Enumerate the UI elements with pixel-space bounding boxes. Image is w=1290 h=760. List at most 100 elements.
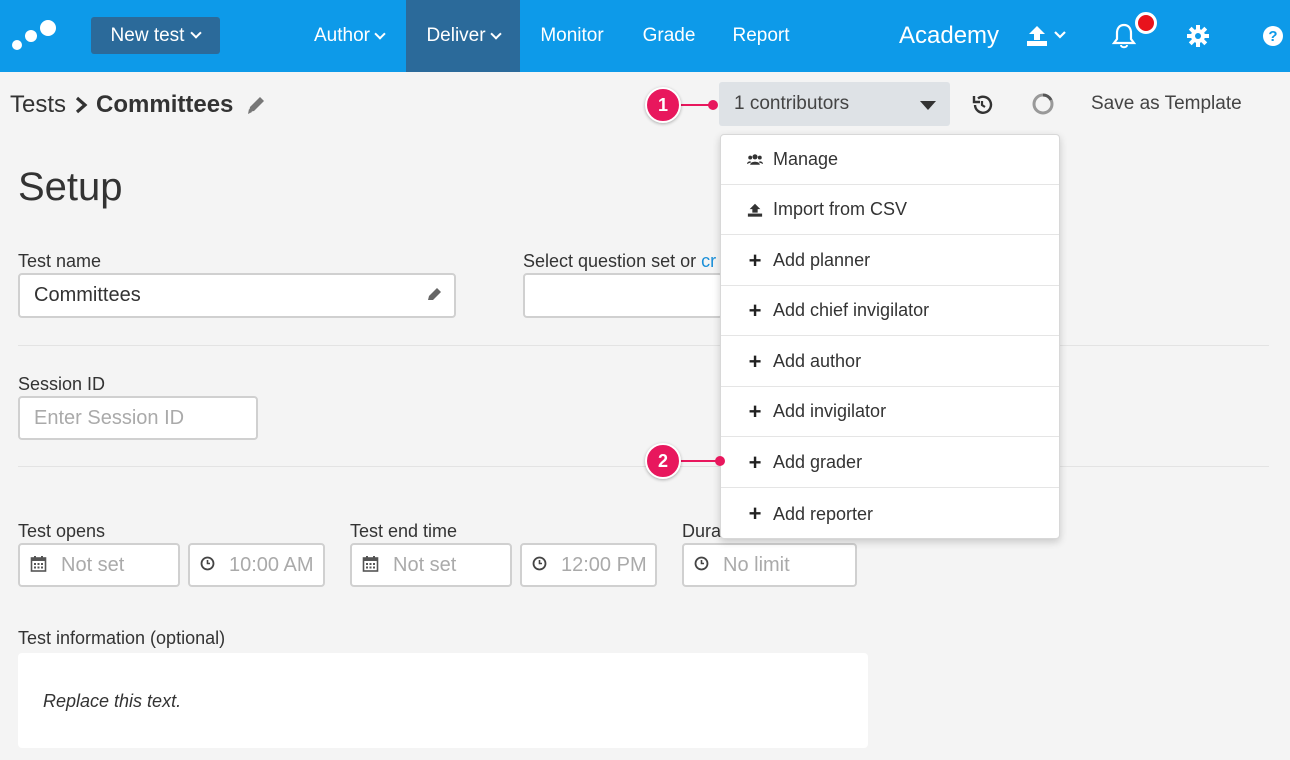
test-end-date-value: Not set	[393, 553, 457, 576]
menu-item-manage[interactable]: Manage	[721, 135, 1059, 185]
contributors-menu: Manage Import from CSV + Add planner + A…	[720, 134, 1060, 539]
create-question-set-link[interactable]: cr	[701, 251, 716, 271]
session-id-label: Session ID	[18, 374, 106, 394]
test-opens-time-field[interactable]: 10:00 AM	[188, 543, 325, 587]
contributors-label: 1 contributors	[734, 93, 850, 114]
clock-icon	[532, 556, 547, 575]
nav-author[interactable]: Author	[296, 0, 402, 72]
callout-1-badge: 1	[645, 87, 681, 123]
test-information-text: Replace this text.	[43, 691, 182, 711]
nav-report[interactable]: Report	[720, 0, 802, 72]
nav-monitor-label: Monitor	[540, 25, 604, 46]
nav-deliver-label: Deliver	[426, 25, 486, 46]
divider	[18, 345, 1269, 346]
callout-1-dot	[708, 100, 718, 110]
upload-icon[interactable]	[1026, 24, 1070, 53]
question-set-label-text: Select question set or	[523, 251, 702, 271]
svg-text:?: ?	[1268, 28, 1277, 45]
nav-author-label: Author	[314, 25, 370, 46]
test-name-value: Committees	[34, 284, 141, 306]
divider	[18, 466, 1269, 467]
duration-field[interactable]: No limit	[682, 543, 857, 587]
calendar-icon	[30, 555, 47, 576]
menu-item-add-planner[interactable]: + Add planner	[721, 236, 1059, 286]
test-end-date-field[interactable]: Not set	[350, 543, 512, 587]
test-name-label: Test name	[18, 251, 102, 271]
menu-item-label: Add author	[773, 351, 862, 371]
clock-icon	[694, 556, 709, 575]
menu-item-import-csv[interactable]: Import from CSV	[721, 185, 1059, 235]
sync-icon[interactable]	[1031, 92, 1055, 121]
breadcrumb: Tests Committees	[10, 91, 267, 119]
chevron-down-icon	[489, 27, 502, 40]
clock-icon	[200, 556, 215, 575]
question-set-field[interactable]	[523, 273, 723, 318]
duration-label: Dura	[682, 521, 722, 541]
menu-item-label: Manage	[773, 149, 839, 169]
test-opens-date-value: Not set	[61, 553, 125, 576]
menu-item-add-reporter[interactable]: + Add reporter	[721, 489, 1059, 539]
menu-item-label: Add grader	[773, 452, 863, 472]
nav-grade-label: Grade	[642, 25, 696, 46]
new-test-label: New test	[110, 24, 185, 46]
callout-2-badge: 2	[645, 443, 681, 479]
test-end-label: Test end time	[350, 521, 458, 541]
plus-icon: +	[748, 247, 762, 273]
contributors-dropdown[interactable]: 1 contributors	[719, 82, 950, 126]
menu-item-label: Import from CSV	[773, 199, 908, 219]
users-icon	[747, 152, 763, 168]
breadcrumb-current: Committees	[96, 91, 234, 118]
test-information-label: Test information (optional)	[18, 628, 226, 648]
save-as-template-button[interactable]: Save as Template	[1091, 93, 1242, 115]
menu-item-add-author[interactable]: + Add author	[721, 337, 1059, 387]
nav-grade[interactable]: Grade	[630, 0, 708, 72]
session-id-field[interactable]: Enter Session ID	[18, 396, 258, 440]
callout-2-line	[680, 460, 720, 462]
menu-item-label: Add chief invigilator	[773, 300, 930, 320]
callout-2-dot	[715, 456, 725, 466]
plus-icon: +	[748, 348, 762, 374]
test-opens-label: Test opens	[18, 521, 106, 541]
test-name-field[interactable]: Committees	[18, 273, 456, 318]
menu-item-add-grader[interactable]: + Add grader	[721, 438, 1059, 488]
chevron-down-icon	[190, 27, 203, 39]
menu-item-add-chief-invigilator[interactable]: + Add chief invigilator	[721, 286, 1059, 336]
chevron-right-icon	[75, 96, 88, 114]
breadcrumb-tests-link[interactable]: Tests	[10, 91, 66, 119]
pencil-icon[interactable]	[245, 94, 267, 116]
question-set-label: Select question set or cr	[523, 251, 716, 272]
upload-icon	[747, 202, 763, 218]
menu-item-add-invigilator[interactable]: + Add invigilator	[721, 387, 1059, 437]
top-nav-bar: New test Author Deliver Monitor Grade Re…	[0, 0, 1290, 72]
new-test-button[interactable]: New test	[91, 17, 220, 54]
test-opens-time-value: 10:00 AM	[229, 553, 314, 576]
test-end-time-value: 12:00 PM	[561, 553, 647, 576]
app-logo[interactable]	[10, 18, 58, 54]
setup-title: Setup	[18, 165, 123, 209]
menu-item-label: Add reporter	[773, 503, 874, 524]
notification-badge	[1135, 12, 1157, 34]
chevron-down-icon	[374, 27, 386, 40]
plus-icon: +	[748, 501, 762, 526]
plus-icon: +	[748, 398, 762, 424]
plus-icon: +	[748, 449, 762, 475]
academy-link[interactable]: Academy	[899, 22, 999, 50]
session-id-placeholder: Enter Session ID	[34, 406, 185, 429]
test-end-time-field[interactable]: 12:00 PM	[520, 543, 657, 587]
nav-deliver[interactable]: Deliver	[406, 0, 520, 72]
bell-icon[interactable]	[1111, 22, 1137, 55]
menu-item-label: Add invigilator	[773, 401, 887, 421]
nav-monitor[interactable]: Monitor	[524, 0, 620, 72]
caret-down-icon	[920, 101, 936, 110]
plus-icon: +	[748, 297, 762, 323]
help-icon[interactable]: ?	[1262, 25, 1284, 52]
duration-value: No limit	[723, 553, 790, 576]
test-opens-date-field[interactable]: Not set	[18, 543, 180, 587]
test-information-editor[interactable]: Replace this text.	[18, 653, 868, 748]
history-icon[interactable]	[970, 93, 994, 122]
gear-icon[interactable]	[1186, 24, 1210, 53]
nav-report-label: Report	[732, 25, 790, 46]
pencil-icon	[428, 288, 441, 300]
menu-item-label: Add planner	[773, 250, 871, 270]
calendar-icon	[362, 555, 379, 576]
